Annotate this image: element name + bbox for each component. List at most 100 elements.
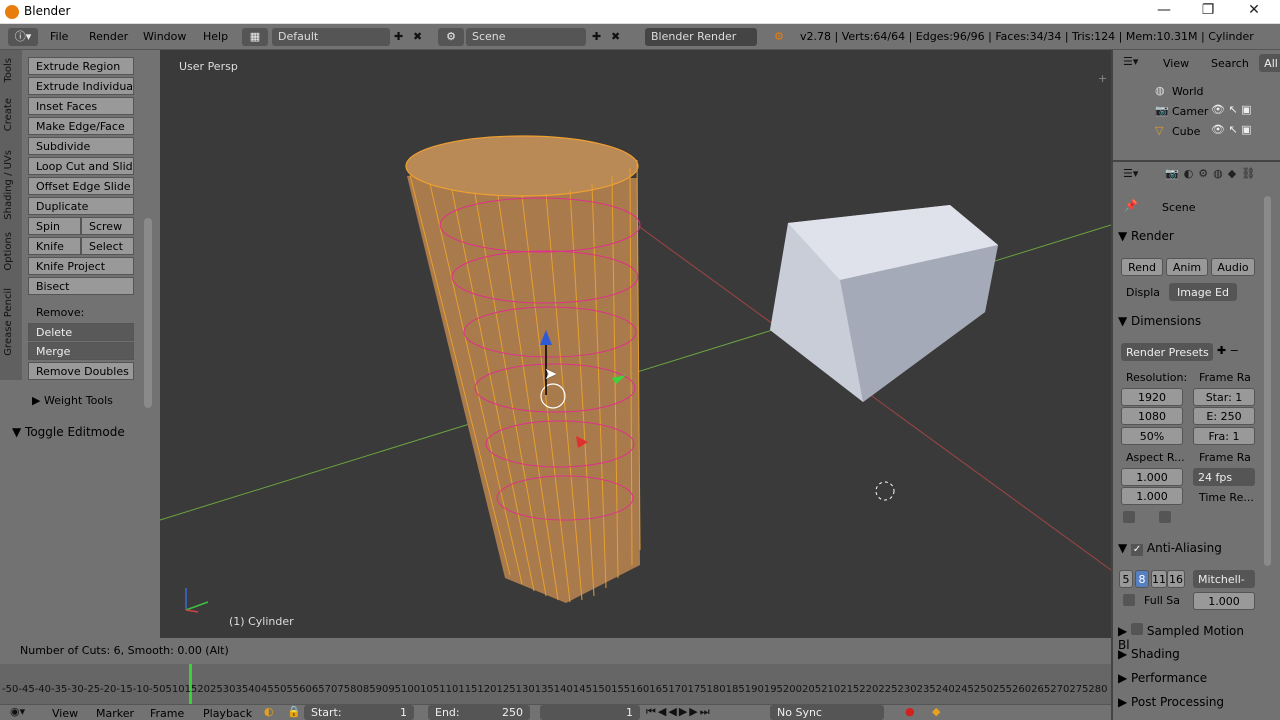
start-frame-field[interactable]: Start: 1	[304, 705, 414, 720]
end-frame-field[interactable]: End: 250	[428, 705, 530, 720]
editor-type-icon[interactable]: ⓘ▾	[8, 28, 38, 46]
outliner-view-menu[interactable]: View	[1163, 57, 1189, 70]
anti-aliasing-checkbox[interactable]: ✓	[1131, 544, 1144, 556]
render-audio-button[interactable]: Audio	[1211, 258, 1255, 276]
lock-icon[interactable]: 🔒	[287, 705, 301, 718]
inset-faces-button[interactable]: Inset Faces	[28, 97, 134, 115]
tab-shading-uvs[interactable]: Shading / UVs	[3, 150, 14, 220]
tab-tools[interactable]: Tools	[3, 58, 14, 83]
timeline-view-menu[interactable]: View	[52, 707, 78, 720]
outliner-item-cube[interactable]: Cube	[1172, 125, 1200, 138]
outliner-search-menu[interactable]: Search	[1211, 57, 1249, 70]
viewport-scene[interactable]	[160, 50, 1111, 638]
spin-button[interactable]: Spin	[28, 217, 81, 235]
outliner-item-world[interactable]: World	[1172, 85, 1204, 98]
sync-mode-select[interactable]: No Sync	[770, 705, 884, 720]
scene-field[interactable]: Scene	[466, 28, 586, 46]
performance-panel-header[interactable]: ▶ Performance	[1118, 671, 1258, 693]
offset-edge-slide-button[interactable]: Offset Edge Slide	[28, 177, 134, 195]
dimensions-panel-header[interactable]: ▼ Dimensions	[1118, 314, 1258, 336]
frame-end-field[interactable]: E: 250	[1193, 407, 1255, 425]
visibility-icon[interactable]: 👁 ↖ ▣	[1211, 123, 1252, 136]
timeline[interactable]: -50 -45 -40 -35 -30 -25 -20 -15 -10 -5 0 5 10 15 20 25 3…	[0, 664, 1111, 704]
resolution-percent-field[interactable]: 50%	[1121, 427, 1183, 445]
scene-icon[interactable]: ⚙	[438, 28, 464, 46]
property-context-tabs[interactable]: 📷◐⚙◍◆⛓	[1165, 167, 1260, 180]
resolution-x-field[interactable]: 1920	[1121, 388, 1183, 406]
timeline-playback-menu[interactable]: Playback	[203, 707, 252, 720]
screen-layout-icon[interactable]: ▦	[242, 28, 268, 46]
crop-checkbox[interactable]	[1159, 511, 1171, 523]
remove-scene-icon[interactable]: ✖	[611, 30, 620, 43]
tab-options[interactable]: Options	[3, 232, 14, 271]
current-frame-field[interactable]: 1	[540, 705, 640, 720]
menu-file[interactable]: File	[50, 30, 68, 43]
frame-step-field[interactable]: Fra: 1	[1193, 427, 1255, 445]
outliner-editor-icon[interactable]: ☰▾	[1123, 55, 1138, 68]
aspect-x-field[interactable]: 1.000	[1121, 468, 1183, 486]
render-presets-select[interactable]: Render Presets	[1121, 343, 1213, 361]
extrude-individual-button[interactable]: Extrude Individual	[28, 77, 134, 95]
anti-aliasing-panel-header[interactable]: ▼ ✓ Anti-Aliasing	[1118, 541, 1258, 563]
bisect-button[interactable]: Bisect	[28, 277, 134, 295]
close-button[interactable]: ✕	[1244, 2, 1264, 22]
sampled-motion-checkbox[interactable]	[1131, 623, 1144, 635]
render-animation-button[interactable]: Anim	[1166, 258, 1208, 276]
visibility-icon[interactable]: 👁 ↖ ▣	[1211, 103, 1252, 116]
add-scene-icon[interactable]: ✚	[592, 30, 601, 43]
loop-cut-slide-button[interactable]: Loop Cut and Slide	[28, 157, 134, 175]
frame-start-field[interactable]: Star: 1	[1193, 388, 1255, 406]
3d-viewport[interactable]: ➤ User Persp (1) Cylinder +	[160, 50, 1111, 638]
menu-help[interactable]: Help	[203, 30, 228, 43]
screw-button[interactable]: Screw	[81, 217, 134, 235]
tab-grease-pencil[interactable]: Grease Pencil	[3, 288, 14, 356]
keying-icon[interactable]: ◐	[264, 705, 274, 718]
pin-icon[interactable]: 📌	[1124, 199, 1138, 212]
resolution-y-field[interactable]: 1080	[1121, 407, 1183, 425]
merge-menu-button[interactable]: Merge	[28, 342, 134, 360]
remove-doubles-button[interactable]: Remove Doubles	[28, 362, 134, 380]
select-button[interactable]: Select	[81, 237, 134, 255]
minimize-button[interactable]: —	[1154, 2, 1174, 22]
outliner-item-camera[interactable]: Camer	[1172, 105, 1208, 118]
tab-create[interactable]: Create	[3, 98, 14, 131]
subdivide-button[interactable]: Subdivide	[28, 137, 134, 155]
maximize-button[interactable]: ❐	[1198, 2, 1218, 22]
render-engine-select[interactable]: Blender Render	[645, 28, 757, 46]
timeline-editor-icon[interactable]: ◉▾	[10, 705, 25, 718]
make-edge-face-button[interactable]: Make Edge/Face	[28, 117, 134, 135]
toggle-editmode-panel[interactable]: ▼ Toggle Editmode	[12, 425, 125, 439]
viewport-add-icon[interactable]: +	[1098, 72, 1107, 85]
aa-samples-5[interactable]: 5	[1119, 570, 1133, 588]
add-layout-icon[interactable]: ✚	[394, 30, 403, 43]
fps-select[interactable]: 24 fps	[1193, 468, 1255, 486]
post-processing-panel-header[interactable]: ▶ Post Processing	[1118, 695, 1258, 717]
outliner-filter-select[interactable]: All	[1259, 54, 1280, 72]
duplicate-button[interactable]: Duplicate	[28, 197, 134, 215]
aa-samples-11[interactable]: 11	[1151, 570, 1167, 588]
sampled-motion-panel-header[interactable]: ▶ Sampled Motion Bl	[1118, 623, 1258, 652]
delete-menu-button[interactable]: Delete	[28, 323, 134, 341]
render-image-button[interactable]: Rend	[1121, 258, 1163, 276]
shading-panel-header[interactable]: ▶ Shading	[1118, 647, 1258, 669]
timeline-frame-menu[interactable]: Frame	[150, 707, 184, 720]
playback-controls-icon[interactable]: ⏮◀◀▶▶⏭	[646, 705, 712, 719]
keyframe-icon[interactable]: ◆	[932, 705, 940, 718]
extrude-region-button[interactable]: Extrude Region	[28, 57, 134, 75]
filter-size-field[interactable]: 1.000	[1193, 592, 1255, 610]
properties-editor-icon[interactable]: ☰▾	[1123, 167, 1138, 180]
menu-render[interactable]: Render	[89, 30, 128, 43]
add-preset-icon[interactable]: ✚ −	[1217, 344, 1239, 357]
render-panel-header[interactable]: ▼ Render	[1118, 229, 1258, 251]
aspect-y-field[interactable]: 1.000	[1121, 487, 1183, 505]
menu-window[interactable]: Window	[143, 30, 186, 43]
knife-button[interactable]: Knife	[28, 237, 81, 255]
weight-tools-panel[interactable]: ▶ Weight Tools	[32, 394, 113, 407]
display-select[interactable]: Image Ed	[1169, 283, 1237, 301]
scrollbar[interactable]	[144, 218, 152, 408]
aa-samples-8[interactable]: 8	[1135, 570, 1149, 588]
properties-scrollbar[interactable]	[1264, 196, 1271, 566]
full-sample-checkbox[interactable]	[1123, 594, 1135, 606]
outliner[interactable]: ☰▾ View Search All ◍ World 📷 Camer ▽ Cub…	[1111, 50, 1280, 160]
timeline-marker-menu[interactable]: Marker	[96, 707, 134, 720]
